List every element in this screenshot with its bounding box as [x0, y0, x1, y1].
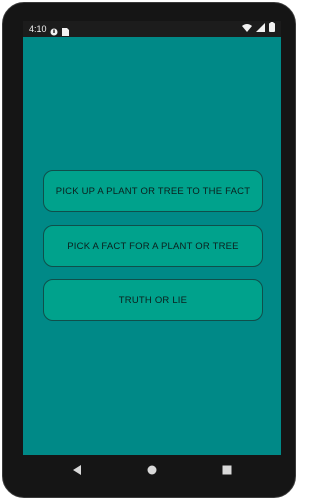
- back-icon[interactable]: [70, 463, 84, 477]
- pick-fact-for-plant-or-tree-button[interactable]: PICK A FACT FOR A PLANT OR TREE: [43, 225, 263, 267]
- sim-card-icon: [61, 25, 69, 36]
- notification-icon: [50, 25, 58, 36]
- device-frame: 4:10 PICK UP A PLANT OR TREE TO THE FACT…: [2, 2, 296, 498]
- navigation-bar: [23, 455, 281, 485]
- pick-plant-or-tree-to-fact-button[interactable]: PICK UP A PLANT OR TREE TO THE FACT: [43, 170, 263, 212]
- status-time: 4:10: [29, 24, 47, 34]
- app-screen: 4:10 PICK UP A PLANT OR TREE TO THE FACT…: [23, 21, 281, 455]
- truth-or-lie-button[interactable]: TRUTH OR LIE: [43, 279, 263, 321]
- status-bar: 4:10: [23, 21, 281, 37]
- home-icon[interactable]: [145, 463, 159, 477]
- cellular-signal-icon: [256, 21, 265, 37]
- wifi-icon: [242, 21, 252, 37]
- status-right-icons: [242, 21, 275, 37]
- recents-icon[interactable]: [220, 463, 234, 477]
- battery-icon: [269, 21, 275, 37]
